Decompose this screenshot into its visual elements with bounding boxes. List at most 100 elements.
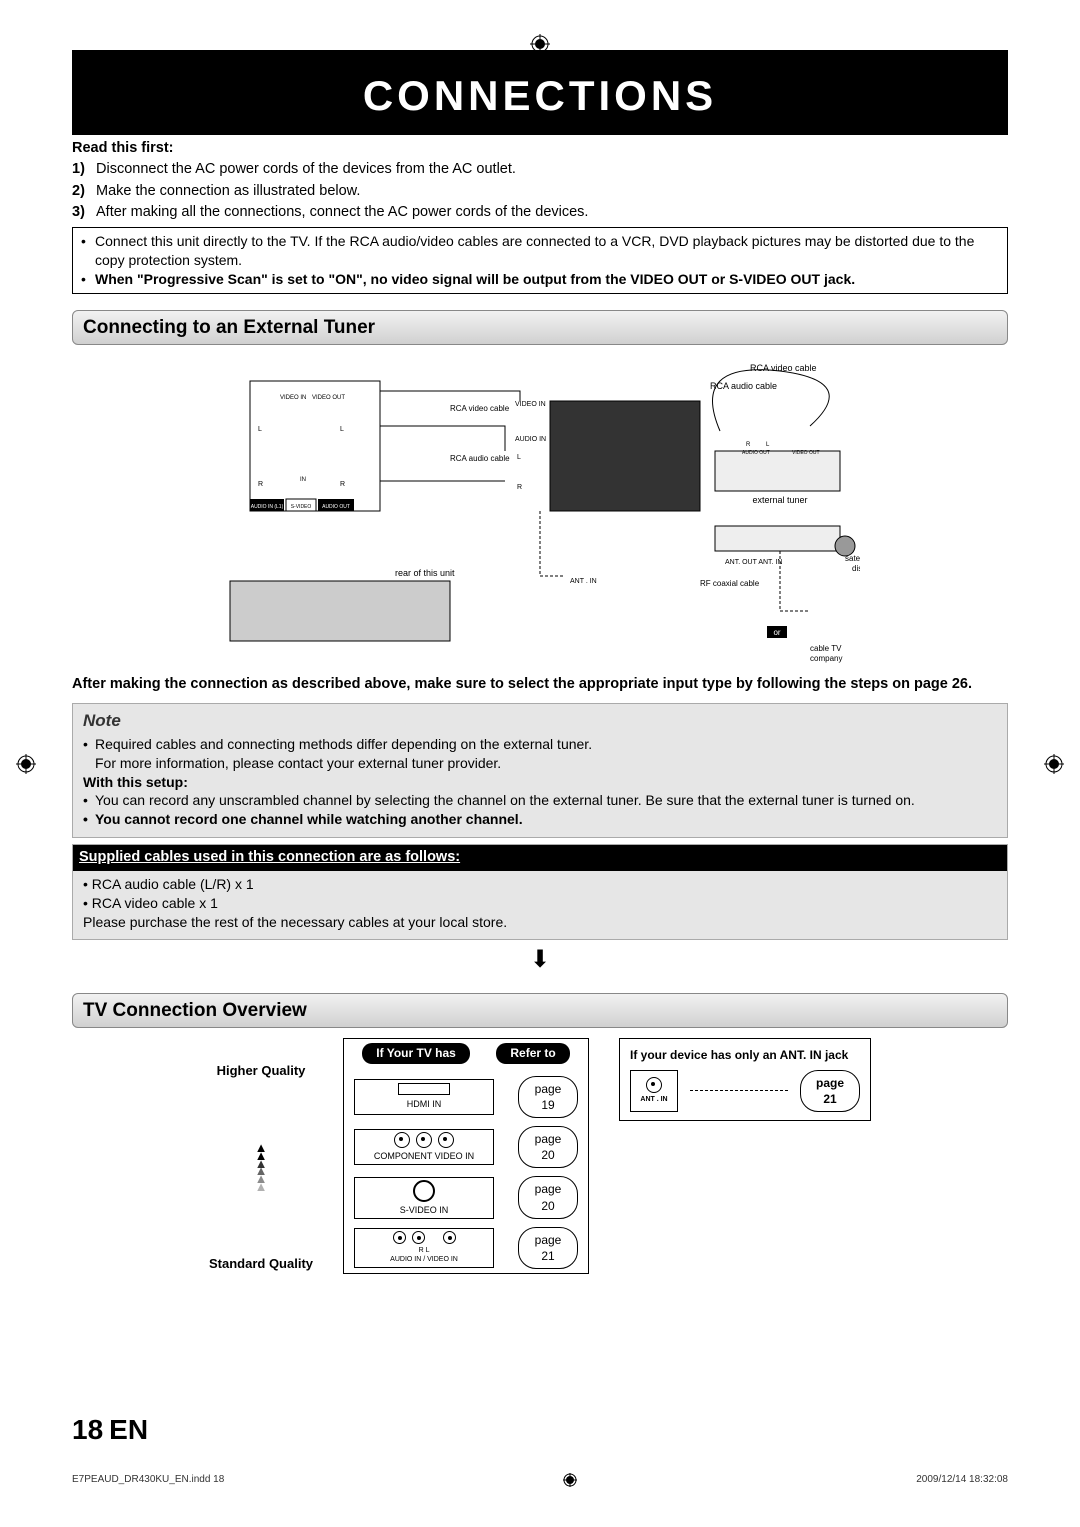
connection-table: If Your TV has Refer to HDMI IN page 19 … <box>343 1038 589 1274</box>
svg-text:IN: IN <box>300 477 306 483</box>
svg-text:company: company <box>810 654 842 663</box>
svg-text:L: L <box>517 454 521 461</box>
svg-text:R: R <box>340 481 345 488</box>
svideo-label: S-VIDEO IN <box>400 1204 449 1216</box>
section-external-tuner: Connecting to an External Tuner <box>72 310 1008 346</box>
overview-row-component: COMPONENT VIDEO IN page 20 <box>344 1122 588 1172</box>
print-center-mark <box>224 1473 916 1487</box>
component-page-ref: page 20 <box>518 1126 578 1168</box>
svg-text:R: R <box>746 442 751 448</box>
step-1-text: Disconnect the AC power cords of the dev… <box>96 160 516 180</box>
rca-jacks-icon <box>393 1231 456 1244</box>
page-footer: 18 EN <box>72 1411 1008 1449</box>
svideo-cell: S-VIDEO IN <box>354 1177 494 1219</box>
ant-in-text: If your device has only an ANT. IN jack <box>630 1047 860 1063</box>
ant-in-label: ANT . IN <box>640 1095 667 1104</box>
overview-row-rca: R L AUDIO IN / VIDEO IN page 21 <box>344 1223 588 1273</box>
svg-text:R: R <box>258 481 263 488</box>
overview-row-svideo: S-VIDEO IN page 20 <box>344 1172 588 1222</box>
down-arrow-icon: ⬇ <box>72 944 1008 976</box>
svg-text:RCA audio cable: RCA audio cable <box>450 454 510 463</box>
component-cell: COMPONENT VIDEO IN <box>354 1129 494 1165</box>
svg-text:RF coaxial cable: RF coaxial cable <box>700 579 760 588</box>
hdmi-page-ref: page 19 <box>518 1076 578 1118</box>
head-refer-to: Refer to <box>496 1043 569 1063</box>
component-label: COMPONENT VIDEO IN <box>374 1150 474 1162</box>
step-1: 1)Disconnect the AC power cords of the d… <box>72 160 1008 180</box>
quality-scale: Higher Quality ▲▲▲▲▲▲ Standard Quality <box>209 1038 313 1272</box>
overview-row-hdmi: HDMI IN page 19 <box>344 1072 588 1122</box>
print-file: E7PEAUD_DR430KU_EN.indd 18 <box>72 1473 224 1487</box>
svg-text:ANT . IN: ANT . IN <box>570 578 597 585</box>
standard-quality-label: Standard Quality <box>209 1255 313 1273</box>
svg-text:cable TV: cable TV <box>810 644 842 653</box>
note-panel: Note •Required cables and connecting met… <box>72 703 1008 838</box>
page-title-block: CONNECTIONS <box>72 50 1008 135</box>
ant-in-jack: ANT . IN <box>630 1070 678 1112</box>
supplied-heading: Supplied cables used in this connection … <box>73 845 1007 871</box>
supplied-rest: Please purchase the rest of the necessar… <box>83 913 997 932</box>
note-heading: Note <box>83 710 997 733</box>
svg-text:or: or <box>773 628 780 637</box>
svg-text:VIDEO OUT: VIDEO OUT <box>792 450 820 456</box>
note-line-1: Required cables and connecting methods d… <box>95 735 592 754</box>
page-number: 18 <box>72 1411 103 1449</box>
svg-text:AUDIO IN (L1): AUDIO IN (L1) <box>251 504 284 510</box>
read-first-heading: Read this first: <box>72 139 1008 159</box>
caution-line-1: Connect this unit directly to the TV. If… <box>95 232 999 270</box>
registration-mark-left <box>16 754 36 774</box>
note-line-3: You can record any unscrambled channel b… <box>95 791 915 810</box>
component-jacks-icon <box>394 1132 454 1148</box>
svg-text:L: L <box>258 426 262 433</box>
supplied-item-1: RCA audio cable (L/R) x 1 <box>92 876 254 892</box>
rca-sublabel: R L <box>419 1246 430 1255</box>
rca-cell: R L AUDIO IN / VIDEO IN <box>354 1228 494 1268</box>
supplied-item-2: RCA video cable x 1 <box>92 895 218 911</box>
svg-text:AUDIO OUT: AUDIO OUT <box>322 504 350 510</box>
svg-text:external tuner: external tuner <box>752 495 807 505</box>
with-setup-heading: With this setup: <box>83 773 997 792</box>
rca-page-ref: page 21 <box>518 1227 578 1269</box>
ant-in-box: If your device has only an ANT. IN jack … <box>619 1038 871 1121</box>
svg-text:L: L <box>766 442 770 448</box>
head-if-tv-has: If Your TV has <box>362 1043 470 1063</box>
svg-text:AUDIO IN: AUDIO IN <box>515 436 546 443</box>
tv-overview-block: Higher Quality ▲▲▲▲▲▲ Standard Quality I… <box>72 1038 1008 1274</box>
svg-text:L: L <box>340 426 344 433</box>
svg-text:RCA video cable: RCA video cable <box>450 404 510 413</box>
note-line-2: For more information, please contact you… <box>83 754 997 773</box>
page-language: EN <box>109 1411 148 1449</box>
registration-mark-right <box>1044 754 1064 774</box>
steps-list: 1)Disconnect the AC power cords of the d… <box>72 160 1008 223</box>
read-first-section: Read this first: 1)Disconnect the AC pow… <box>72 139 1008 294</box>
ant-in-page-ref: page 21 <box>800 1070 860 1112</box>
hdmi-cell: HDMI IN <box>354 1079 494 1115</box>
svg-text:R: R <box>517 484 522 491</box>
step-3: 3)After making all the connections, conn… <box>72 203 1008 223</box>
section-tv-overview: TV Connection Overview <box>72 993 1008 1029</box>
note-line-4: You cannot record one channel while watc… <box>95 810 523 829</box>
rca-label: AUDIO IN / VIDEO IN <box>390 1255 458 1264</box>
hdmi-icon <box>398 1083 450 1095</box>
svideo-page-ref: page 20 <box>518 1176 578 1218</box>
diagram-label-rear: rear of this unit <box>395 568 455 578</box>
connection-diagram: rear of this unit external tuner RCA vid… <box>220 351 860 671</box>
registration-mark-top <box>530 34 550 54</box>
svideo-icon <box>413 1180 435 1202</box>
svg-text:AUDIO OUT: AUDIO OUT <box>742 450 770 456</box>
svg-text:VIDEO OUT: VIDEO OUT <box>312 395 345 401</box>
svg-text:dish: dish <box>852 564 860 573</box>
ant-in-jack-icon <box>646 1077 662 1093</box>
supplied-panel: Supplied cables used in this connection … <box>72 844 1008 940</box>
step-2-text: Make the connection as illustrated below… <box>96 182 360 202</box>
step-3-text: After making all the connections, connec… <box>96 203 588 223</box>
svg-text:VIDEO IN: VIDEO IN <box>280 395 306 401</box>
page-title: CONNECTIONS <box>72 68 1008 125</box>
hdmi-label: HDMI IN <box>407 1098 442 1110</box>
svg-text:S-VIDEO: S-VIDEO <box>291 504 312 510</box>
print-metadata: E7PEAUD_DR430KU_EN.indd 18 2009/12/14 18… <box>72 1473 1008 1487</box>
svg-text:RCA audio cable: RCA audio cable <box>710 381 777 391</box>
after-diagram-note: After making the connection as described… <box>72 675 1008 695</box>
print-timestamp: 2009/12/14 18:32:08 <box>916 1473 1008 1487</box>
caution-box: •Connect this unit directly to the TV. I… <box>72 227 1008 294</box>
